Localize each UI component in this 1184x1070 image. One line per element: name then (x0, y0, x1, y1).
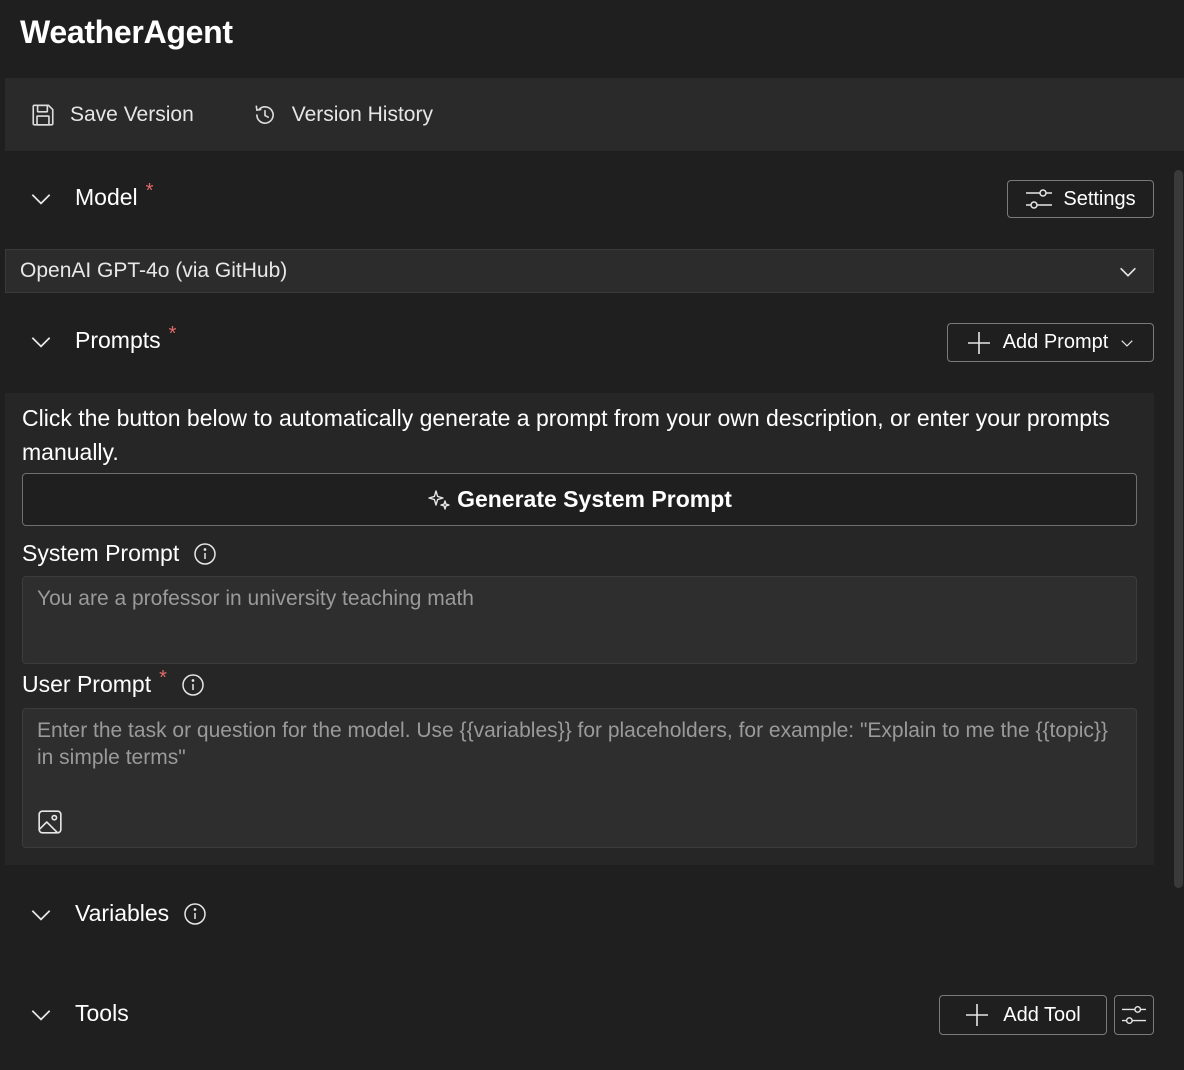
settings-label: Settings (1063, 187, 1136, 210)
system-prompt-placeholder: You are a professor in university teachi… (37, 587, 474, 610)
tools-settings-button[interactable] (1114, 995, 1154, 1035)
user-prompt-label: User Prompt (22, 671, 152, 697)
chevron-down-icon (31, 1009, 51, 1021)
sliders-icon (1122, 1006, 1146, 1024)
chevron-down-icon (31, 193, 51, 205)
tools-heading: Tools (75, 1000, 129, 1026)
prompts-heading: Prompts (75, 327, 161, 353)
version-history-button[interactable]: Version History (252, 102, 433, 128)
prompts-panel: Click the button below to automatically … (5, 393, 1154, 865)
history-icon (255, 105, 274, 124)
info-icon[interactable] (183, 902, 207, 926)
app-title: WeatherAgent (20, 14, 233, 50)
add-prompt-button[interactable]: Add Prompt (947, 323, 1154, 362)
tools-section-header[interactable]: Tools (28, 1000, 129, 1027)
version-history-label: Version History (291, 102, 433, 126)
add-prompt-label: Add Prompt (1002, 331, 1109, 353)
variables-heading: Variables (75, 900, 170, 926)
sliders-icon (1026, 189, 1053, 209)
generate-system-prompt-button[interactable]: Generate System Prompt (22, 473, 1137, 526)
system-prompt-input[interactable]: You are a professor in university teachi… (22, 576, 1137, 664)
image-icon[interactable] (37, 809, 63, 835)
prompts-section-header[interactable]: Prompts * (28, 323, 176, 354)
user-prompt-input[interactable]: Enter the task or question for the model… (22, 708, 1137, 848)
variables-section-header[interactable]: Variables (28, 900, 207, 927)
chevron-down-icon (1120, 267, 1136, 277)
info-icon[interactable] (193, 542, 217, 566)
plus-icon (967, 331, 990, 354)
chevron-down-icon (1121, 339, 1133, 347)
system-prompt-label: System Prompt (22, 540, 180, 566)
required-mark: * (168, 323, 177, 345)
add-tool-label: Add Tool (1003, 1003, 1081, 1026)
info-icon[interactable] (181, 673, 205, 697)
model-heading: Model (75, 184, 138, 210)
prompts-description: Click the button below to automatically … (22, 405, 1110, 465)
generate-label: Generate System Prompt (457, 486, 732, 512)
weather-agent-app: WeatherAgent Save Version Version Histor… (0, 0, 1184, 1070)
chevron-down-icon (31, 336, 51, 348)
add-tool-button[interactable]: Add Tool (939, 995, 1107, 1035)
chevron-down-icon (31, 909, 51, 921)
required-mark: * (145, 180, 154, 202)
save-version-label: Save Version (70, 102, 194, 126)
user-prompt-placeholder: Enter the task or question for the model… (37, 719, 1108, 769)
save-version-button[interactable]: Save Version (30, 102, 194, 128)
toolbar: Save Version Version History (5, 78, 1184, 151)
sparkle-icon (428, 489, 450, 510)
model-select-value: OpenAI GPT-4o (via GitHub) (20, 259, 288, 282)
model-section-header[interactable]: Model * (28, 180, 153, 211)
scrollbar[interactable] (1174, 170, 1183, 888)
model-settings-button[interactable]: Settings (1007, 180, 1154, 218)
required-mark: * (159, 667, 167, 689)
model-select[interactable]: OpenAI GPT-4o (via GitHub) (5, 249, 1154, 293)
plus-icon (966, 1004, 989, 1026)
system-prompt-label-row: System Prompt (22, 540, 217, 567)
save-icon (32, 103, 54, 126)
user-prompt-label-row: User Prompt * (22, 667, 205, 698)
